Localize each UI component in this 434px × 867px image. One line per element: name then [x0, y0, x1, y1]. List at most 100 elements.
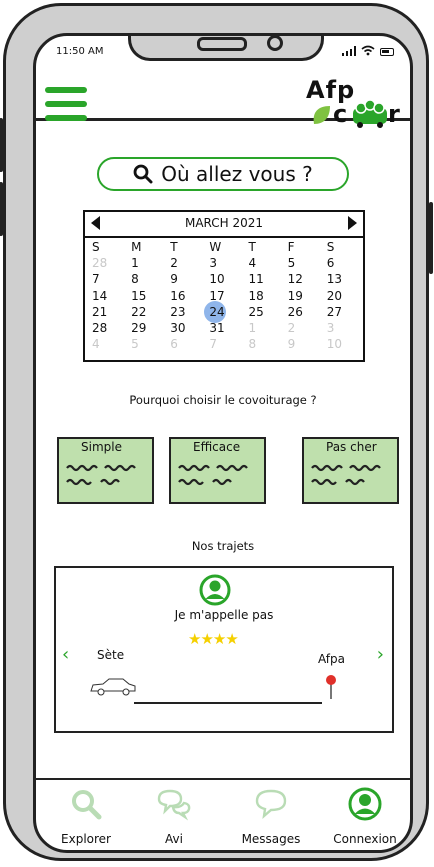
calendar-day[interactable]: 7 — [88, 271, 127, 287]
calendar-day[interactable]: 16 — [166, 288, 205, 304]
calendar-day[interactable]: 29 — [127, 320, 166, 336]
benefit-card-title: Pas cher — [326, 440, 377, 454]
calendar-day[interactable]: 5 — [284, 255, 323, 271]
calendar-day[interactable]: 14 — [88, 288, 127, 304]
calendar-cell-text: 17 — [209, 288, 225, 303]
calendar-day[interactable]: 27 — [323, 304, 362, 320]
calendar-cell-text: 2 — [287, 320, 296, 335]
calendar-day[interactable]: 19 — [284, 288, 323, 304]
calendar-day[interactable]: 26 — [284, 304, 323, 320]
benefit-card-pas-cher[interactable]: Pas cher — [302, 437, 399, 504]
calendar-day[interactable]: 15 — [127, 288, 166, 304]
volume-button — [0, 182, 3, 236]
next-month-button[interactable] — [348, 216, 357, 230]
map-pin-icon — [326, 675, 336, 699]
calendar-cell-text: 24 — [209, 304, 225, 319]
calendar-weekday-label: W — [205, 239, 244, 255]
calendar-day[interactable]: 6 — [323, 255, 362, 271]
calendar-day[interactable]: 12 — [284, 271, 323, 287]
calendar-day[interactable]: 17 — [205, 288, 244, 304]
calendar-cell-text: T — [170, 240, 178, 254]
calendar-cell-text: 10 — [209, 272, 225, 287]
calendar-cell-text: S — [92, 240, 100, 254]
calendar-cell-text: 18 — [248, 288, 264, 303]
tab-messages[interactable]: Messages — [226, 787, 316, 850]
search-icon — [133, 164, 153, 184]
calendar-day[interactable]: 22 — [127, 304, 166, 320]
calendar-day[interactable]: 23 — [166, 304, 205, 320]
calendar-cell-text: 31 — [209, 320, 225, 335]
calendar-day[interactable]: 4 — [88, 336, 127, 352]
calendar-day[interactable]: 28 — [88, 320, 127, 336]
calendar-day[interactable]: 20 — [323, 288, 362, 304]
calendar-cell-text: 28 — [92, 320, 108, 335]
calendar-cell-text: 6 — [326, 256, 335, 271]
calendar-day[interactable]: 11 — [245, 271, 284, 287]
menu-button[interactable] — [45, 87, 87, 123]
logo[interactable]: Afp c r — [306, 76, 406, 128]
chevron-left-icon[interactable]: ‹ — [62, 644, 69, 665]
calendar-day[interactable]: 2 — [166, 255, 205, 271]
star-icon: ★ — [200, 630, 213, 648]
calendar-day[interactable]: 30 — [166, 320, 205, 336]
calendar-day[interactable]: 7 — [205, 336, 244, 352]
calendar-cell-text: 12 — [287, 272, 303, 287]
calendar-day[interactable]: 31 — [205, 320, 244, 336]
calendar-cell-text: 19 — [287, 288, 303, 303]
benefit-card-simple[interactable]: Simple — [57, 437, 154, 504]
tab-label: Explorer — [61, 832, 111, 846]
calendar-day[interactable]: 10 — [205, 271, 244, 287]
calendar-cell-text: 11 — [248, 272, 264, 287]
calendar-cell-text: 27 — [326, 304, 343, 319]
calendar-cell-text: F — [287, 240, 295, 254]
calendar-cell-text: 4 — [92, 337, 100, 352]
calendar-day[interactable]: 1 — [245, 320, 284, 336]
chat-bubble-icon — [255, 789, 287, 819]
calendar-day[interactable]: 21 — [88, 304, 127, 320]
trips-section-title: Nos trajets — [191, 539, 255, 553]
calendar-cell-text: 21 — [92, 304, 108, 319]
calendar-day[interactable]: 5 — [127, 336, 166, 352]
calendar-weekday-label: T — [166, 239, 205, 255]
signal-icon — [342, 46, 356, 56]
calendar-cell-text: 20 — [326, 288, 343, 303]
volume-button — [0, 118, 3, 172]
calendar: MARCH 2021 S M T W T F S 28 1 2 3 4 5 6 7 8 9 10 11 12 13 14 1… — [83, 210, 365, 362]
calendar-week-row: 14 15 16 17 18 19 20 — [88, 288, 362, 304]
calendar-day[interactable]: 13 — [323, 271, 362, 287]
calendar-day[interactable]: 2 — [284, 320, 323, 336]
calendar-day[interactable]: 6 — [166, 336, 205, 352]
calendar-day-selected[interactable]: 24 — [204, 300, 244, 323]
calendar-weekday-label: M — [127, 239, 166, 255]
carpool-people-icon — [353, 99, 387, 128]
calendar-grid: S M T W T F S 28 1 2 3 4 5 6 7 8 9 10 11 12 13 14 15 16 17 18 19 20… — [88, 239, 362, 352]
calendar-cell-text: W — [209, 240, 222, 254]
calendar-day[interactable]: 3 — [323, 320, 362, 336]
calendar-weekday-label: S — [323, 239, 362, 255]
calendar-cell-text: 29 — [131, 320, 147, 335]
calendar-day[interactable]: 28 — [88, 255, 127, 271]
screen: 11:50 AM Afp c r Où allez vous ? MARCH 2… — [33, 33, 413, 853]
search-label: Où allez vous ? — [161, 162, 313, 186]
calendar-day[interactable]: 1 — [127, 255, 166, 271]
calendar-cell-text: 14 — [92, 288, 108, 303]
search-input[interactable]: Où allez vous ? — [97, 157, 349, 191]
benefit-card-efficace[interactable]: Efficace — [169, 437, 266, 504]
calendar-weekday-label: F — [284, 239, 323, 255]
scribble-text-icon — [66, 464, 136, 486]
tab-connexion[interactable]: Connexion — [320, 787, 410, 850]
chevron-right-icon[interactable]: › — [377, 644, 384, 665]
calendar-day[interactable]: 10 — [323, 336, 362, 352]
calendar-day[interactable]: 3 — [205, 255, 244, 271]
calendar-day[interactable]: 8 — [245, 336, 284, 352]
calendar-day[interactable]: 4 — [245, 255, 284, 271]
calendar-day[interactable]: 8 — [127, 271, 166, 287]
tab-avi[interactable]: Avi — [129, 787, 219, 850]
tab-explorer[interactable]: Explorer — [41, 787, 131, 850]
logo-text-r: r — [388, 100, 400, 128]
calendar-day[interactable]: 9 — [284, 336, 323, 352]
calendar-day[interactable]: 9 — [166, 271, 205, 287]
calendar-month-title: MARCH 2021 — [184, 216, 264, 230]
calendar-day[interactable]: 18 — [245, 288, 284, 304]
calendar-day[interactable]: 25 — [245, 304, 284, 320]
